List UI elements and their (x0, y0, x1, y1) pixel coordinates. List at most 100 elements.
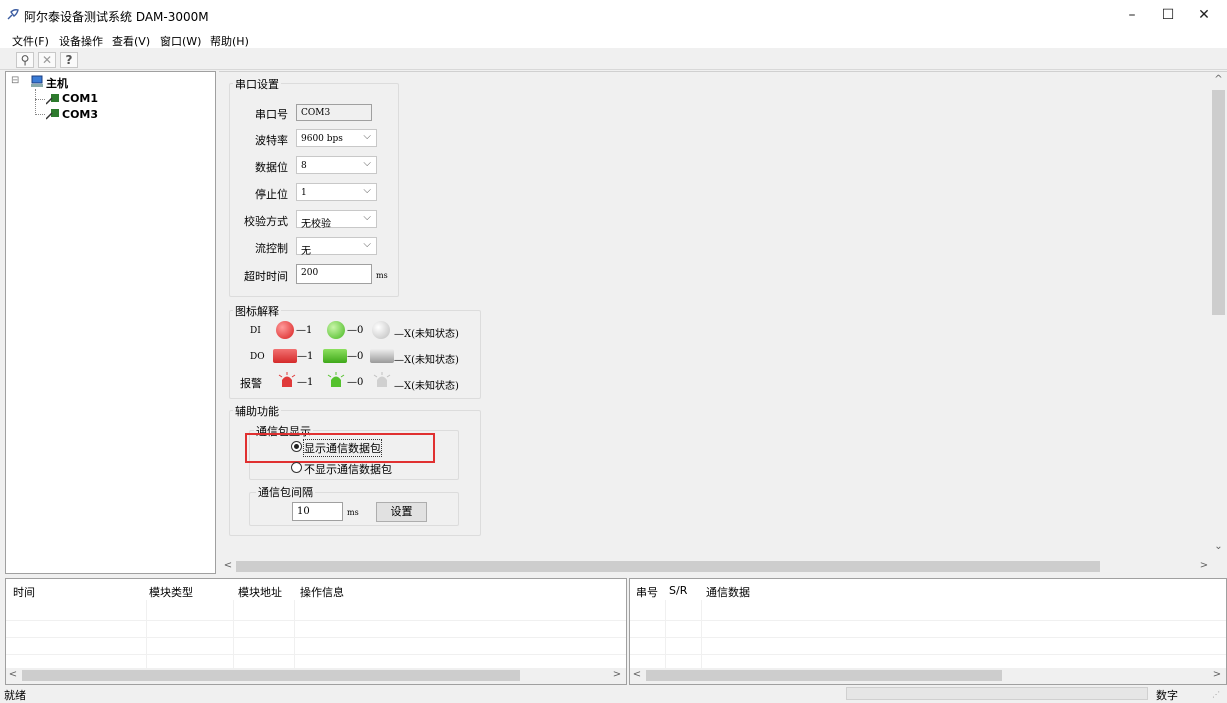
log-scroll-left-icon[interactable]: < (8, 669, 18, 680)
port-label: 串口号 (255, 108, 288, 121)
do-unknown-text: —X(未知状态) (394, 355, 459, 366)
chevron-down-icon: ⌵ (363, 212, 371, 223)
stopbits-value: 1 (301, 188, 307, 198)
parity-select[interactable]: 无校验 ⌵ (296, 210, 377, 230)
port-icon (46, 109, 59, 120)
do-unknown-indicator (370, 349, 394, 363)
menu-help[interactable]: 帮助(H) (210, 33, 249, 49)
vertical-scroll-thumb[interactable] (1212, 90, 1225, 315)
chevron-down-icon: ⌵ (363, 185, 371, 196)
chevron-down-icon: ⌵ (363, 158, 371, 169)
chevron-down-icon: ⌵ (363, 239, 371, 250)
hide-packets-label[interactable]: 不显示通信数据包 (304, 461, 392, 477)
di-zero-indicator (327, 321, 345, 339)
databits-select[interactable]: 8 ⌵ (296, 156, 377, 174)
alarm-unknown-text: —X(未知状态) (394, 381, 459, 392)
timeout-label: 超时时间 (244, 270, 288, 283)
log-col-operation-info[interactable]: 操作信息 (300, 584, 344, 600)
interval-unit: ms (347, 508, 359, 517)
menu-file[interactable]: 文件(F) (12, 33, 49, 49)
tree-root-host[interactable]: 主机 (46, 75, 68, 91)
show-packets-label[interactable]: 显示通信数据包 (303, 439, 382, 457)
baud-value: 9600 bps (301, 134, 343, 144)
do-label: DO (250, 352, 265, 362)
port-icon (46, 94, 59, 105)
alarm-label: 报警 (240, 377, 262, 390)
serial-group-title: 串口设置 (233, 76, 281, 92)
tree-item-com3[interactable]: COM3 (62, 108, 98, 121)
chevron-down-icon: ⌵ (363, 131, 371, 142)
log-col-time[interactable]: 时间 (13, 584, 35, 600)
alarm-red-icon (278, 372, 296, 387)
status-ready: 就绪 (4, 689, 26, 702)
menu-view[interactable]: 查看(V) (112, 33, 150, 49)
flow-value: 无 (301, 246, 311, 257)
comm-col-serial[interactable]: 串号 (636, 584, 658, 600)
log-col-module-address[interactable]: 模块地址 (238, 584, 282, 600)
close-button[interactable]: ✕ (1181, 0, 1227, 30)
stopbits-select[interactable]: 1 ⌵ (296, 183, 377, 201)
do-zero-indicator (323, 349, 347, 363)
stopbits-label: 停止位 (255, 188, 288, 201)
di-one-indicator (276, 321, 294, 339)
parity-value: 无校验 (301, 219, 331, 230)
log-scroll-right-icon[interactable]: > (612, 669, 622, 680)
menu-window[interactable]: 窗口(W) (160, 33, 201, 49)
app-icon (7, 9, 19, 20)
databits-value: 8 (301, 161, 307, 171)
set-interval-button[interactable]: 设置 (376, 502, 427, 522)
comm-scroll-thumb[interactable] (646, 670, 1002, 681)
timeout-input[interactable]: 200 (296, 264, 372, 284)
di-label: DI (250, 326, 261, 336)
databits-label: 数据位 (255, 161, 288, 174)
packet-interval-title: 通信包间隔 (256, 484, 315, 500)
comm-scroll-right-icon[interactable]: > (1212, 669, 1222, 680)
port-field[interactable]: COM3 (296, 104, 372, 121)
close-icon[interactable]: ✕ (38, 52, 56, 68)
toolbar (0, 50, 1227, 70)
alarm-zero-text: —0 (347, 377, 364, 388)
menu-device[interactable]: 设备操作 (59, 33, 103, 49)
log-scroll-thumb[interactable] (22, 670, 520, 681)
scroll-right-icon[interactable]: > (1198, 560, 1210, 571)
do-one-indicator (273, 349, 297, 363)
hide-packets-radio[interactable] (291, 462, 302, 473)
do-one-text: —1 (297, 351, 314, 362)
aux-group-title: 辅助功能 (233, 403, 281, 419)
timeout-unit: ms (376, 271, 388, 280)
scroll-down-icon[interactable]: ⌄ (1210, 541, 1227, 552)
di-one-text: —1 (296, 325, 313, 336)
horizontal-scroll-thumb[interactable] (236, 561, 1100, 572)
window-title: 阿尔泰设备测试系统 DAM-3000M (24, 10, 209, 24)
search-icon[interactable]: ⚲ (16, 52, 34, 68)
host-icon (31, 75, 43, 87)
comm-col-sr[interactable]: S/R (669, 584, 687, 597)
help-icon[interactable]: ? (60, 52, 78, 68)
alarm-gray-icon (373, 372, 391, 387)
interval-input[interactable]: 10 (292, 502, 343, 521)
resize-grip-icon[interactable]: ⋰ (1212, 690, 1220, 699)
collapse-icon[interactable]: ⊟ (11, 75, 19, 86)
status-pane (846, 687, 1148, 700)
parity-label: 校验方式 (244, 215, 288, 228)
legend-group-title: 图标解释 (233, 303, 281, 319)
log-col-module-type[interactable]: 模块类型 (149, 584, 193, 600)
flow-label: 流控制 (255, 242, 288, 255)
comm-col-data[interactable]: 通信数据 (706, 584, 750, 600)
baud-select[interactable]: 9600 bps ⌵ (296, 129, 377, 147)
flow-select[interactable]: 无 ⌵ (296, 237, 377, 257)
di-unknown-indicator (372, 321, 390, 339)
scroll-left-icon[interactable]: < (222, 560, 234, 571)
alarm-green-icon (327, 372, 345, 387)
alarm-one-text: —1 (297, 377, 314, 388)
show-packets-radio[interactable] (291, 441, 302, 452)
baud-label: 波特率 (255, 134, 288, 147)
do-zero-text: —0 (347, 351, 364, 362)
di-unknown-text: —X(未知状态) (394, 329, 459, 340)
comm-scroll-left-icon[interactable]: < (632, 669, 642, 680)
scroll-up-icon[interactable]: ^ (1210, 74, 1227, 85)
tree-item-com1[interactable]: COM1 (62, 92, 98, 105)
status-numlock: 数字 (1156, 689, 1178, 702)
device-tree (5, 71, 216, 574)
di-zero-text: —0 (347, 325, 364, 336)
